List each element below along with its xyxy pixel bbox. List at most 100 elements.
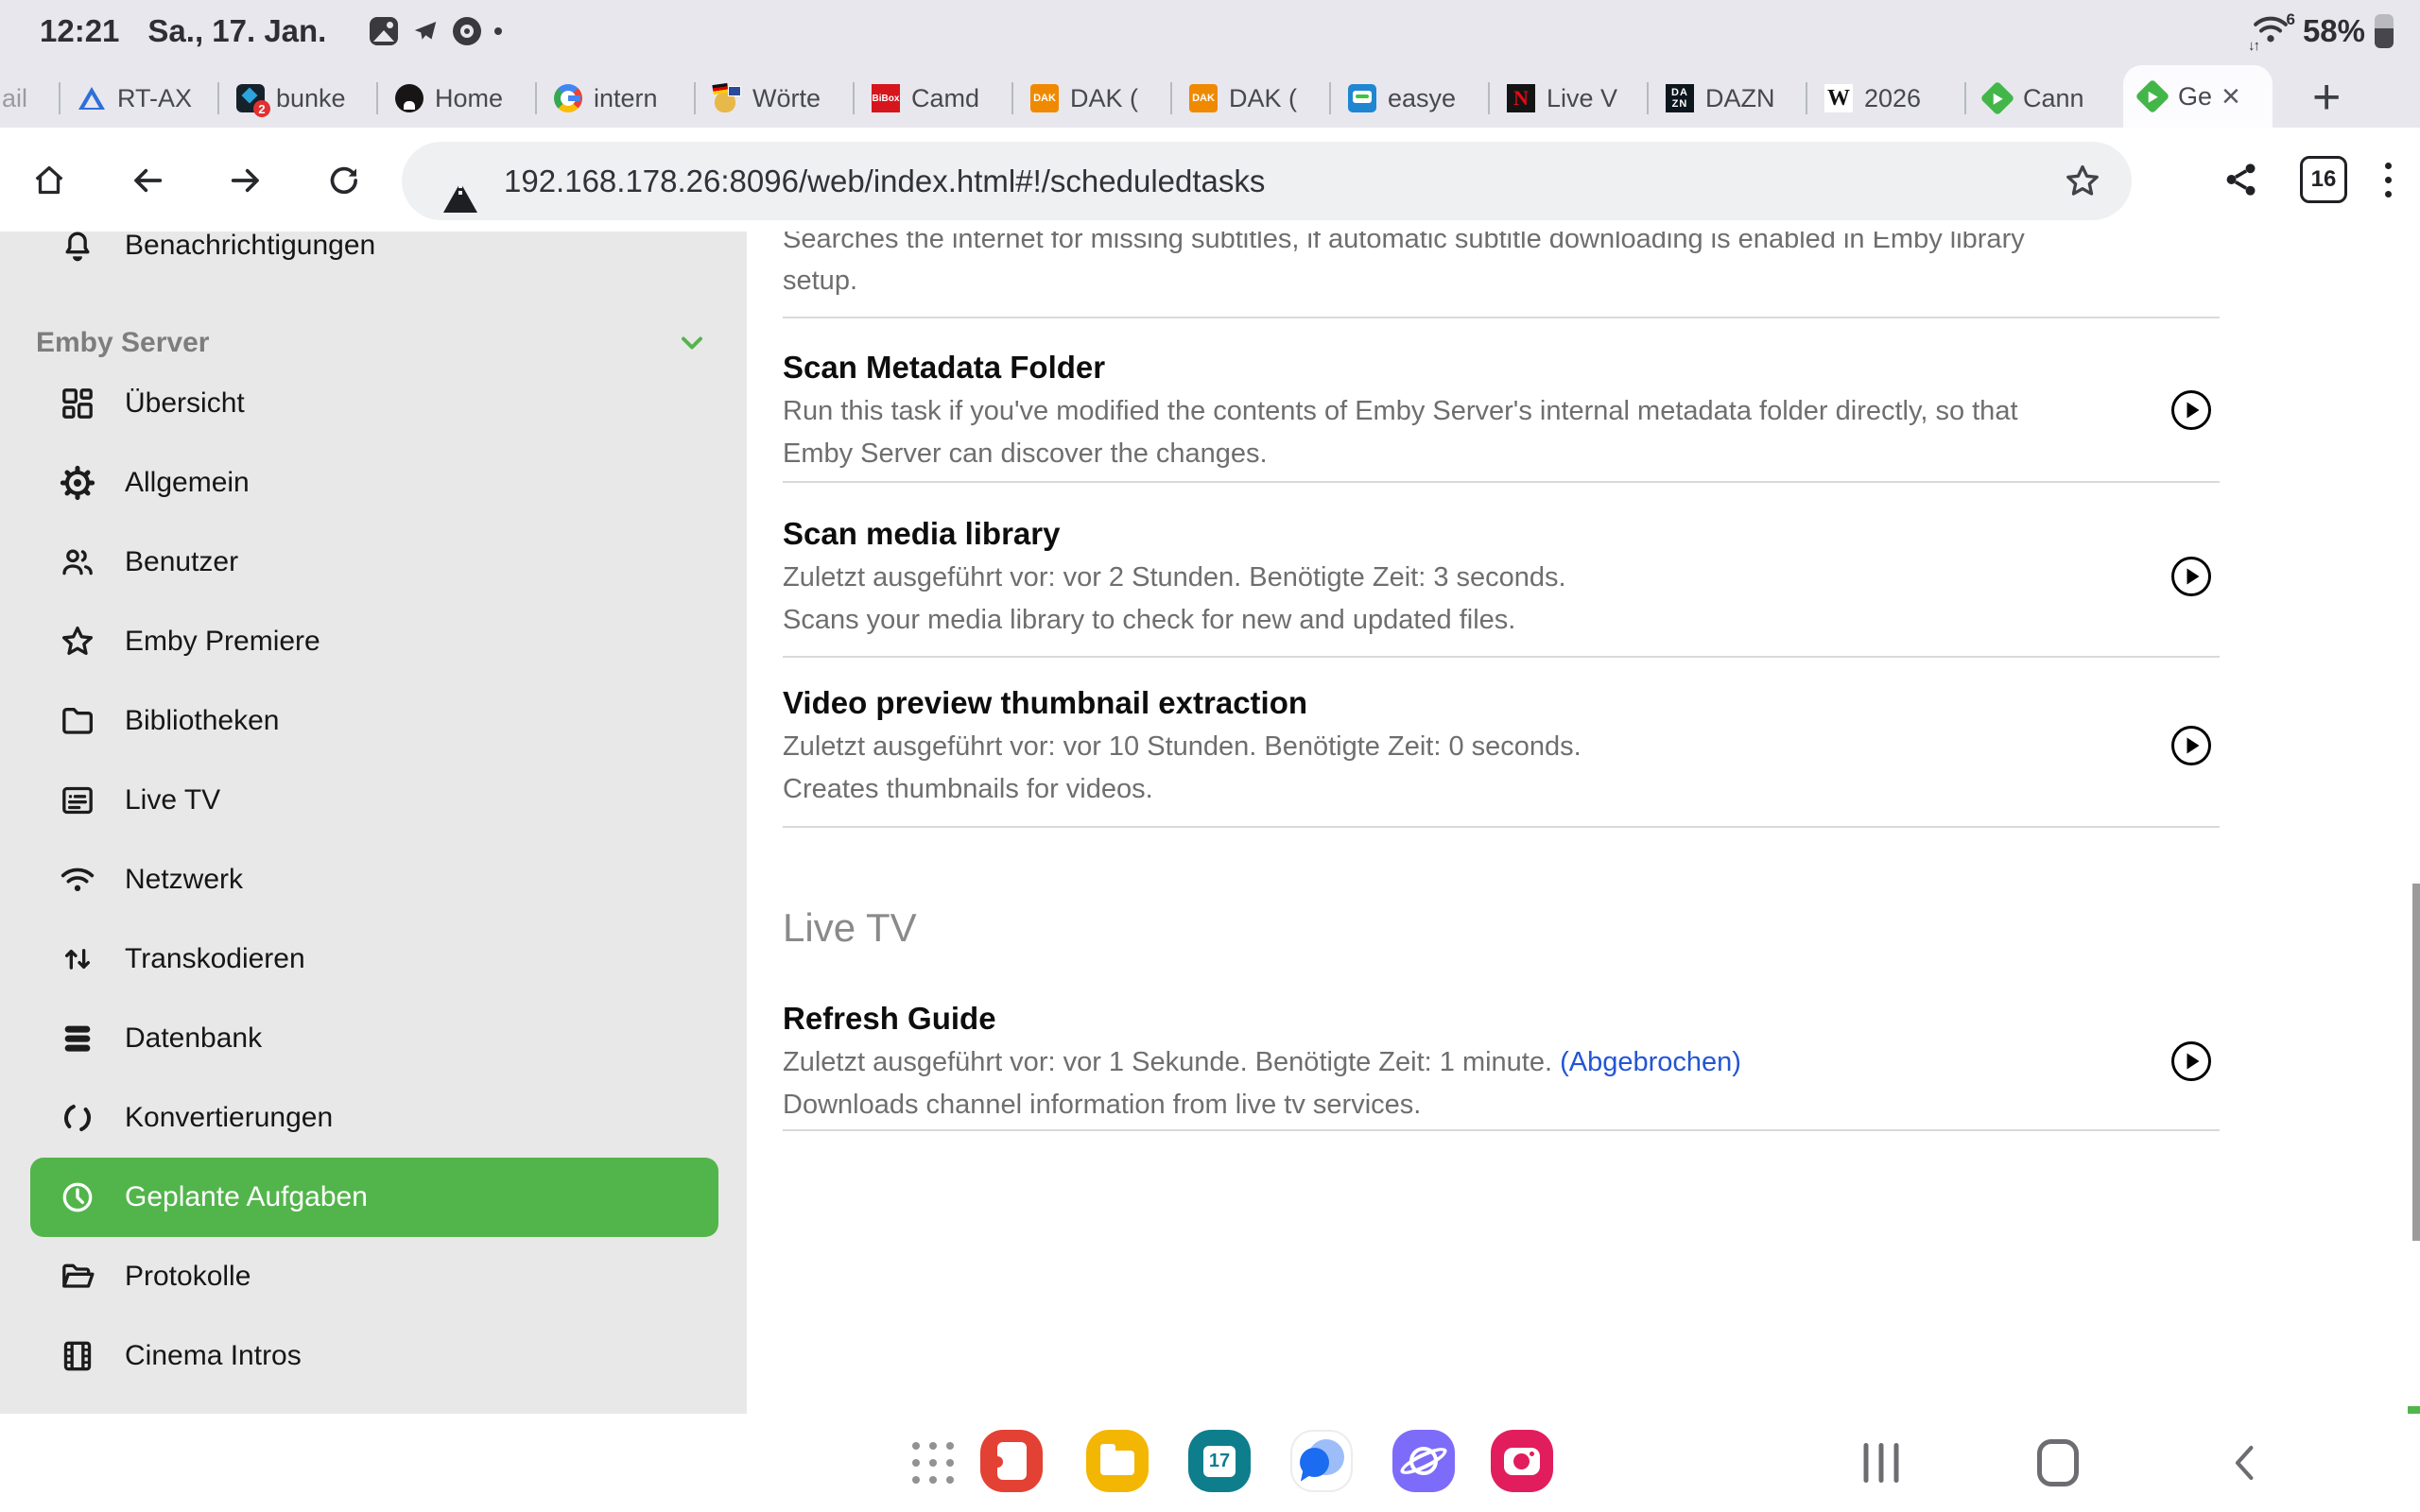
- easy-monitor-favicon-icon: [1348, 84, 1376, 112]
- browser-top-chrome: 12:21 Sa., 17. Jan. 6 ↓↑ 58%: [0, 0, 2420, 128]
- messages-app-icon[interactable]: [1290, 1430, 1353, 1492]
- sidebar-item-bibliotheken[interactable]: Bibliotheken: [0, 681, 747, 761]
- browser-tab-active[interactable]: Ge ×: [2123, 65, 2273, 128]
- emby-favicon-icon: [2138, 82, 2167, 111]
- sidebar-item-datenbank[interactable]: Datenbank: [0, 999, 747, 1078]
- browser-menu-icon[interactable]: [2385, 163, 2392, 198]
- database-icon: [59, 1020, 96, 1057]
- telegram-notification-icon: [411, 17, 440, 45]
- sidebar-item-label: Netzwerk: [125, 864, 243, 896]
- browser-tab-netflix[interactable]: N Live V: [1490, 69, 1647, 128]
- sidebar-item-konvertierungen[interactable]: Konvertierungen: [0, 1078, 747, 1158]
- intro-line-1: Searches the internet for missing subtit…: [783, 232, 2220, 260]
- sidebar-section-emby-server[interactable]: Emby Server: [0, 322, 747, 364]
- wifi-status-icon: 6 ↓↑: [2252, 12, 2293, 50]
- sidebar-item-label: Transkodieren: [125, 943, 305, 975]
- task-row-refresh-guide: Refresh Guide Zuletzt ausgeführt vor: vo…: [783, 958, 2220, 1131]
- forward-button[interactable]: [227, 162, 265, 199]
- back-button[interactable]: [129, 162, 166, 199]
- tab-title: intern: [594, 84, 658, 113]
- browser-tab-bibox[interactable]: BiBox Camd: [855, 69, 1011, 128]
- aborted-status-link[interactable]: (Abgebrochen): [1560, 1047, 1741, 1077]
- camera-app-icon[interactable]: [1491, 1430, 1553, 1492]
- new-tab-button[interactable]: +: [2312, 73, 2341, 122]
- not-secure-warning-icon[interactable]: [443, 166, 477, 197]
- sidebar-item-benutzer[interactable]: Benutzer: [0, 523, 747, 602]
- chevron-down-icon[interactable]: [675, 326, 709, 360]
- swap-vertical-icon: [59, 940, 96, 978]
- run-task-button[interactable]: [2170, 556, 2212, 597]
- home-button[interactable]: [30, 162, 68, 199]
- sidebar-item-cinema-intros[interactable]: Cinema Intros: [0, 1316, 747, 1396]
- calendar-app-icon[interactable]: 17: [1188, 1430, 1251, 1492]
- run-task-button[interactable]: [2170, 389, 2212, 431]
- browser-tab-overflow[interactable]: ail: [0, 69, 59, 128]
- share-icon[interactable]: [2221, 159, 2262, 200]
- tab-title: 2026: [1864, 84, 1921, 113]
- film-icon: [59, 1337, 96, 1375]
- nav-home-button[interactable]: [2037, 1439, 2079, 1486]
- sidebar-item-netzwerk[interactable]: Netzwerk: [0, 840, 747, 919]
- browser-tab-kodi[interactable]: 2 bunke: [219, 69, 376, 128]
- tab-switcher-button[interactable]: 16: [2300, 156, 2347, 203]
- run-task-button[interactable]: [2170, 1040, 2212, 1082]
- sidebar-item-uebersicht[interactable]: Übersicht: [0, 364, 747, 443]
- sidebar-item-benachrichtigungen[interactable]: Benachrichtigungen: [0, 232, 747, 269]
- sidebar-item-transkodieren[interactable]: Transkodieren: [0, 919, 747, 999]
- app-drawer-button[interactable]: [912, 1442, 954, 1484]
- browser-tab-easy[interactable]: easye: [1331, 69, 1488, 128]
- browser-tab-router[interactable]: RT-AX: [60, 69, 217, 128]
- run-task-button[interactable]: [2170, 725, 2212, 766]
- sidebar-item-label: Allgemein: [125, 467, 250, 499]
- url-bar[interactable]: 192.168.178.26:8096/web/index.html#!/sch…: [402, 142, 2132, 220]
- document-app-icon[interactable]: [980, 1430, 1043, 1492]
- sidebar-item-protokolle[interactable]: Protokolle: [0, 1237, 747, 1316]
- browser-tab-wikipedia[interactable]: W 2026: [1807, 69, 1964, 128]
- screen: 12:21 Sa., 17. Jan. 6 ↓↑ 58%: [0, 0, 2420, 1512]
- task-description: Downloads channel information from live …: [783, 1084, 2170, 1126]
- nav-recents-button[interactable]: [1864, 1443, 1899, 1483]
- sidebar-item-label: Benachrichtigungen: [125, 232, 375, 262]
- convert-arrows-icon: [59, 1099, 96, 1137]
- users-icon: [59, 543, 96, 581]
- reload-button[interactable]: [325, 162, 363, 199]
- task-title: Video preview thumbnail extraction: [783, 680, 2170, 726]
- browser-tab-dak-1[interactable]: DAK DAK (: [1013, 69, 1170, 128]
- sidebar-item-geplante-aufgaben[interactable]: Geplante Aufgaben: [30, 1158, 718, 1237]
- sidebar-item-allgemein[interactable]: Allgemein: [0, 443, 747, 523]
- tab-title: Live V: [1547, 84, 1617, 113]
- tab-title: ail: [2, 84, 27, 113]
- my-files-app-icon[interactable]: [1086, 1430, 1149, 1492]
- status-bar: 12:21 Sa., 17. Jan. 6 ↓↑ 58%: [0, 0, 2420, 62]
- url-text: 192.168.178.26:8096/web/index.html#!/sch…: [504, 163, 2062, 199]
- asus-router-favicon-icon: [78, 84, 106, 112]
- browser-toolbar: 192.168.178.26:8096/web/index.html#!/sch…: [0, 128, 2420, 232]
- task-description: Creates thumbnails for videos.: [783, 768, 2170, 811]
- sidebar-item-emby-premiere[interactable]: Emby Premiere: [0, 602, 747, 681]
- dictionary-mascot-favicon-icon: [713, 84, 741, 112]
- browser-tab-github[interactable]: Home: [378, 69, 535, 128]
- bookmark-star-icon[interactable]: [2062, 161, 2103, 202]
- status-date: Sa., 17. Jan.: [147, 13, 326, 49]
- page-scrollbar[interactable]: [2412, 884, 2420, 1241]
- intro-line-2: setup.: [783, 260, 2220, 301]
- tv-guide-icon: [59, 782, 96, 819]
- sidebar-item-label: Bibliotheken: [125, 705, 279, 737]
- browser-tab-dak-2[interactable]: DAK DAK (: [1172, 69, 1329, 128]
- samsung-internet-app-icon[interactable]: [1392, 1430, 1455, 1492]
- browser-tab-emby[interactable]: Cann: [1966, 69, 2123, 128]
- star-icon: [59, 623, 96, 661]
- tab-title: DAK (: [1229, 84, 1297, 113]
- nav-back-button[interactable]: [2226, 1440, 2264, 1486]
- task-description: Scans your media library to check for ne…: [783, 599, 2170, 642]
- browser-tab-google[interactable]: intern: [537, 69, 694, 128]
- browser-tab-dazn[interactable]: DAZN DAZN: [1649, 69, 1806, 128]
- dashboard-icon: [59, 385, 96, 422]
- tab-close-icon[interactable]: ×: [2221, 80, 2240, 112]
- notification-dot-icon: [494, 27, 502, 35]
- task-row-video-preview-thumbnail-extraction: Video preview thumbnail extraction Zulet…: [783, 658, 2220, 828]
- tab-title: bunke: [276, 84, 346, 113]
- sidebar-item-live-tv[interactable]: Live TV: [0, 761, 747, 840]
- page-viewport: Benachrichtigungen Emby Server Übersicht…: [0, 232, 2420, 1414]
- browser-tab-dictionary[interactable]: Wörte: [696, 69, 853, 128]
